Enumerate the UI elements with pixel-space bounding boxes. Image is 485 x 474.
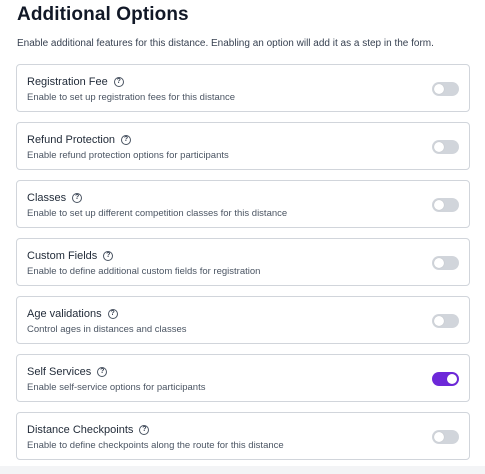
custom-fields-toggle[interactable] — [432, 256, 459, 270]
option-card-distance-checkpoints: Distance Checkpoints ? Enable to define … — [16, 412, 470, 460]
toggle-knob — [447, 374, 457, 384]
option-description: Control ages in distances and classes — [27, 324, 187, 335]
option-title: Registration Fee ? — [27, 75, 124, 89]
option-card-age-validations: Age validations ? Control ages in distan… — [16, 296, 470, 344]
option-title-text: Distance Checkpoints — [27, 424, 134, 436]
classes-toggle[interactable] — [432, 198, 459, 212]
option-description: Enable to define checkpoints along the r… — [27, 440, 284, 451]
toggle-knob — [434, 258, 444, 268]
option-title: Refund Protection ? — [27, 133, 132, 147]
option-title: Classes ? — [27, 191, 83, 205]
option-title: Self Services ? — [27, 365, 108, 379]
option-title-text: Classes — [27, 192, 67, 204]
option-description: Enable to set up different competition c… — [27, 208, 288, 219]
help-circle-icon[interactable]: ? — [107, 309, 118, 319]
option-card-refund-protection: Refund Protection ? Enable refund protec… — [16, 122, 470, 170]
bottom-divider — [0, 466, 485, 474]
option-card-custom-fields: Custom Fields ? Enable to define additio… — [16, 238, 470, 286]
help-circle-icon[interactable]: ? — [103, 251, 114, 261]
option-title: Custom Fields ? — [27, 249, 114, 263]
help-circle-icon[interactable]: ? — [72, 193, 83, 203]
options-list: Registration Fee ? Enable to set up regi… — [16, 64, 470, 470]
refund-protection-toggle[interactable] — [432, 140, 459, 154]
option-description: Enable refund protection options for par… — [27, 150, 229, 161]
option-description: Enable self-service options for particip… — [27, 382, 206, 393]
option-title-text: Age validations — [27, 308, 102, 320]
option-description: Enable to set up registration fees for t… — [27, 92, 236, 103]
option-title-text: Custom Fields — [27, 250, 98, 262]
option-title: Age validations ? — [27, 307, 118, 321]
option-card-self-services: Self Services ? Enable self-service opti… — [16, 354, 470, 402]
toggle-knob — [434, 200, 444, 210]
option-card-registration-fee: Registration Fee ? Enable to set up regi… — [16, 64, 470, 112]
toggle-knob — [434, 316, 444, 326]
page-title: Additional Options — [17, 4, 189, 25]
option-description: Enable to define additional custom field… — [27, 266, 261, 277]
self-services-toggle[interactable] — [432, 372, 459, 386]
help-circle-icon[interactable]: ? — [121, 135, 132, 145]
additional-options-page: Additional Options Enable additional fea… — [0, 0, 485, 474]
option-title: Distance Checkpoints ? — [27, 423, 150, 437]
page-description: Enable additional features for this dist… — [17, 38, 434, 49]
option-title-text: Registration Fee — [27, 76, 108, 88]
option-card-classes: Classes ? Enable to set up different com… — [16, 180, 470, 228]
option-title-text: Self Services — [27, 366, 92, 378]
distance-checkpoints-toggle[interactable] — [432, 430, 459, 444]
help-circle-icon[interactable]: ? — [113, 77, 124, 87]
age-validations-toggle[interactable] — [432, 314, 459, 328]
help-circle-icon[interactable]: ? — [97, 367, 108, 377]
registration-fee-toggle[interactable] — [432, 82, 459, 96]
toggle-knob — [434, 432, 444, 442]
toggle-knob — [434, 142, 444, 152]
toggle-knob — [434, 84, 444, 94]
help-circle-icon[interactable]: ? — [139, 425, 150, 435]
option-title-text: Refund Protection — [27, 134, 116, 146]
